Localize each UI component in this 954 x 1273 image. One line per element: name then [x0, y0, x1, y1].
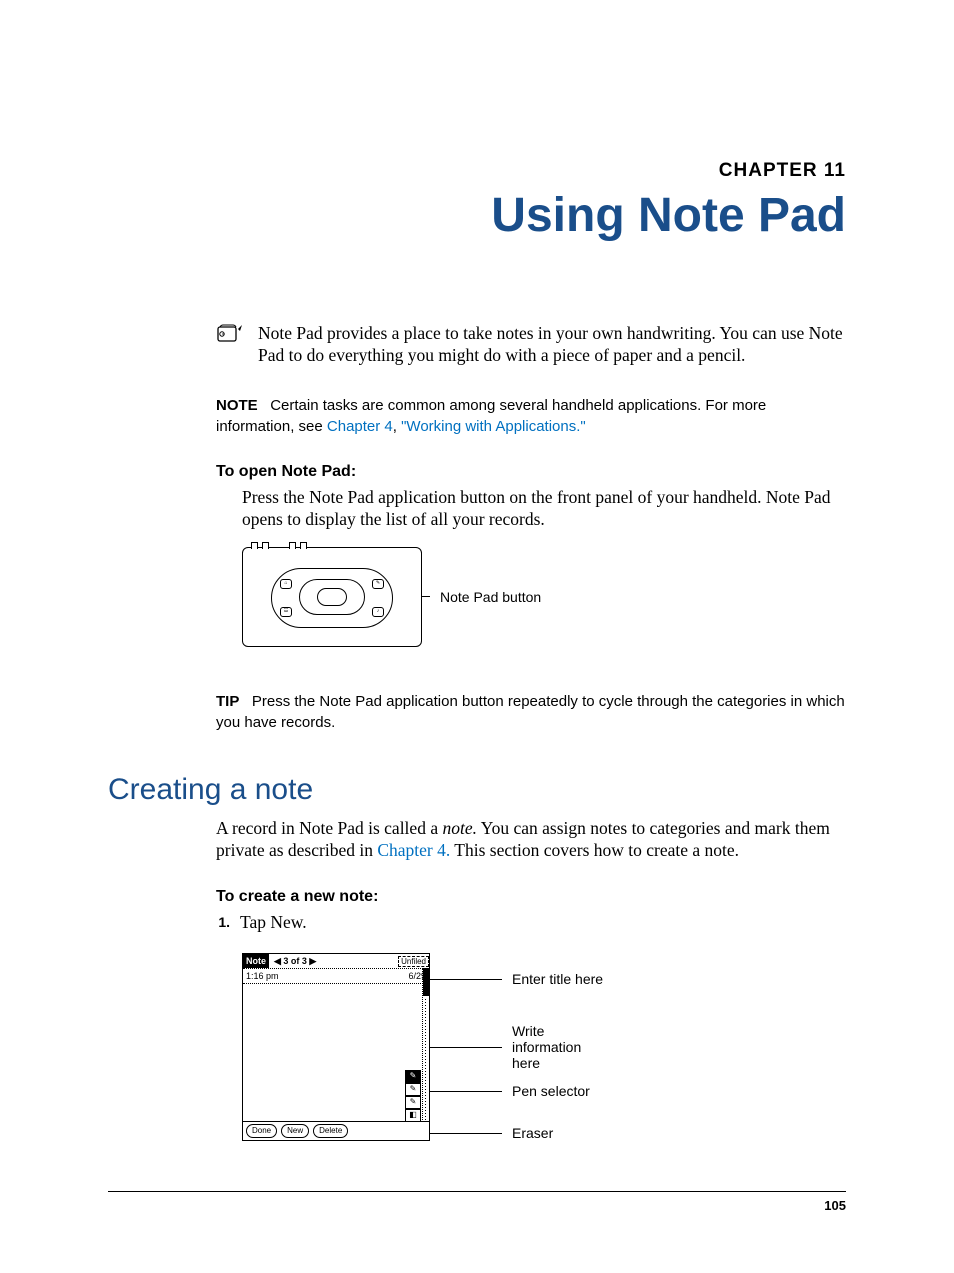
figure-callouts: Enter title here Write information here … — [430, 953, 846, 1139]
note-label: NOTE — [216, 397, 258, 414]
figure-device-buttons: ⌂ ✎ ☳ ♪ Note Pad button — [242, 547, 846, 647]
page-number: 105 — [108, 1191, 846, 1213]
callout-eraser: Eraser — [512, 1125, 553, 1141]
link-chapter-4[interactable]: Chapter 4 — [327, 418, 393, 435]
intro-text: Note Pad provides a place to take notes … — [258, 323, 846, 367]
pen-icon: ✎ — [405, 1083, 421, 1096]
figure-callout-notepad-button: Note Pad button — [440, 589, 541, 605]
step-number: 1. — [216, 912, 230, 933]
notepad-button: ✎ — [372, 579, 384, 589]
chapter-title: Using Note Pad — [108, 188, 846, 243]
chapter-label: CHAPTER 11 — [108, 160, 846, 182]
new-button: New — [281, 1124, 309, 1138]
document-page: CHAPTER 11 Using Note Pad Note Pad provi… — [0, 0, 954, 1273]
step-text: Tap New. — [240, 912, 307, 933]
device-front-panel: ⌂ ✎ ☳ ♪ — [242, 547, 422, 647]
callout-enter-title: Enter title here — [512, 971, 603, 987]
scrollbar — [422, 968, 429, 1122]
app-title-tab: Note — [243, 954, 269, 968]
callout-write-area: Write information here — [512, 1023, 602, 1071]
section-heading-creating-note: Creating a note — [108, 773, 846, 807]
callout-pen-selector: Pen selector — [512, 1083, 590, 1099]
section-body: A record in Note Pad is called a note. Y… — [216, 817, 846, 863]
category-selector: Unfiled — [398, 956, 429, 967]
tip-label: TIP — [216, 693, 239, 710]
delete-button: Delete — [313, 1124, 348, 1138]
figure-notepad-screen: Note ◀ 3 of 3 ▶ Unfiled 1:16 pm 6/29 ✎ ✎… — [242, 953, 846, 1141]
link-working-with-applications[interactable]: "Working with Applications." — [401, 418, 586, 435]
procedure-create-heading: To create a new note: — [216, 888, 846, 906]
intro-block: Note Pad provides a place to take notes … — [108, 323, 846, 367]
notepad-icon — [216, 323, 244, 367]
pen-tools: ✎ ✎ ✎ ◧ — [405, 1070, 421, 1122]
record-navigator: ◀ 3 of 3 ▶ — [269, 956, 321, 967]
note-time: 1:16 pm — [246, 971, 279, 981]
tip-block: TIP Press the Note Pad application butto… — [216, 691, 846, 733]
pen-icon: ✎ — [405, 1096, 421, 1109]
app-button: ⌂ — [280, 579, 292, 589]
link-chapter-4-inline[interactable]: Chapter 4. — [377, 840, 450, 860]
app-button: ☳ — [280, 607, 292, 617]
app-button: ♪ — [372, 607, 384, 617]
notepad-app-screen: Note ◀ 3 of 3 ▶ Unfiled 1:16 pm 6/29 ✎ ✎… — [242, 953, 430, 1141]
pen-icon: ✎ — [405, 1070, 421, 1083]
open-body: Press the Note Pad application button on… — [242, 487, 846, 531]
step-1: 1. Tap New. — [216, 912, 846, 933]
tip-text: Press the Note Pad application button re… — [216, 693, 845, 731]
done-button: Done — [246, 1124, 277, 1138]
note-block: NOTE Certain tasks are common among seve… — [216, 395, 846, 437]
procedure-open-heading: To open Note Pad: — [216, 463, 846, 481]
